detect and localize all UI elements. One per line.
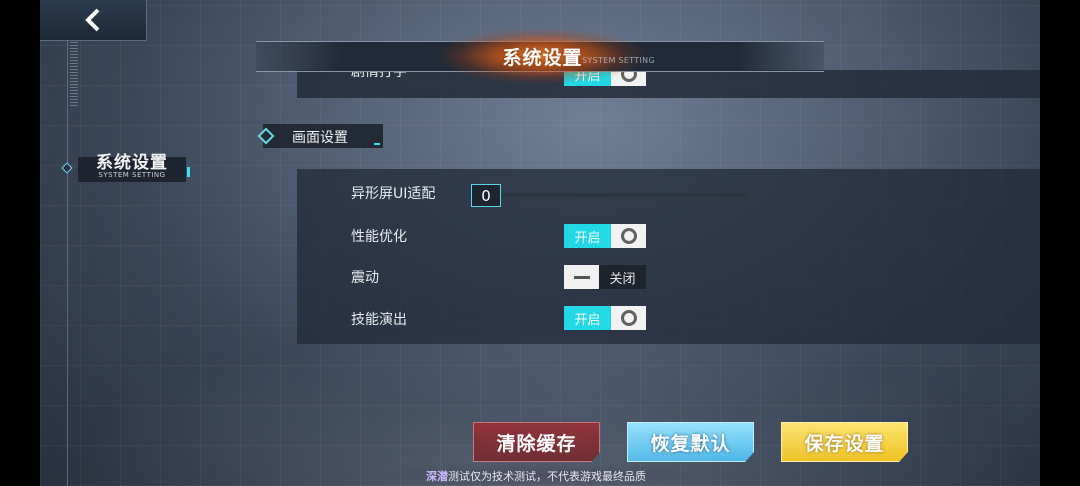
disclaimer-brand: 深潜: [426, 470, 448, 483]
toggle-knob-icon: [611, 224, 646, 248]
save-settings-button[interactable]: 保存设置: [781, 422, 908, 462]
performance-label: 性能优化: [351, 229, 407, 245]
notch-adapt-slider-track[interactable]: [495, 193, 748, 197]
notch-adapt-slider-handle[interactable]: 0: [471, 184, 501, 207]
toggle-knob-off-icon: [564, 265, 599, 289]
disclaimer-text: 测试仅为技术测试，不代表游戏最终品质: [448, 470, 646, 483]
toggle-on-label: 开启: [564, 224, 611, 248]
scroll-ticks: [70, 42, 78, 106]
settings-row-story-typing: [297, 70, 1040, 98]
sidebar-diamond-icon: [61, 162, 73, 174]
sidebar-tab-system-setting[interactable]: 系统设置 SYSTEM SETTING: [78, 153, 190, 182]
game-screen: 系统设置 SYSTEM SETTING 剧情打字 开启 系统设置 SYSTEM …: [40, 0, 1040, 486]
section-header-display[interactable]: 画面设置: [263, 124, 383, 148]
toggle-off-label: 关闭: [599, 265, 646, 289]
sidebar-tab-active-marker: [187, 167, 190, 177]
vibration-toggle[interactable]: 关闭: [564, 265, 646, 289]
section-title: 画面设置: [292, 130, 348, 146]
sidebar-tab-subtitle: SYSTEM SETTING: [98, 171, 166, 179]
toggle-on-label: 开启: [564, 306, 611, 330]
sidebar-tab-title: 系统设置: [96, 153, 168, 173]
toggle-knob-icon: [611, 306, 646, 330]
chevron-left-icon: [85, 8, 100, 32]
section-marker: [374, 143, 380, 145]
page-subtitle: SYSTEM SETTING: [582, 56, 655, 65]
performance-toggle[interactable]: 开启: [564, 224, 646, 248]
skill-cutscene-toggle[interactable]: 开启: [564, 306, 646, 330]
restore-default-button[interactable]: 恢复默认: [627, 422, 754, 462]
skill-cutscene-label: 技能演出: [351, 312, 407, 328]
back-button[interactable]: [40, 0, 147, 41]
clear-cache-button[interactable]: 清除缓存: [473, 422, 600, 462]
notch-adapt-label: 异形屏UI适配: [351, 186, 436, 202]
test-disclaimer: 深潜测试仅为技术测试，不代表游戏最终品质: [426, 468, 646, 484]
sidebar-rail: [67, 40, 68, 486]
vibration-label: 震动: [351, 270, 379, 286]
